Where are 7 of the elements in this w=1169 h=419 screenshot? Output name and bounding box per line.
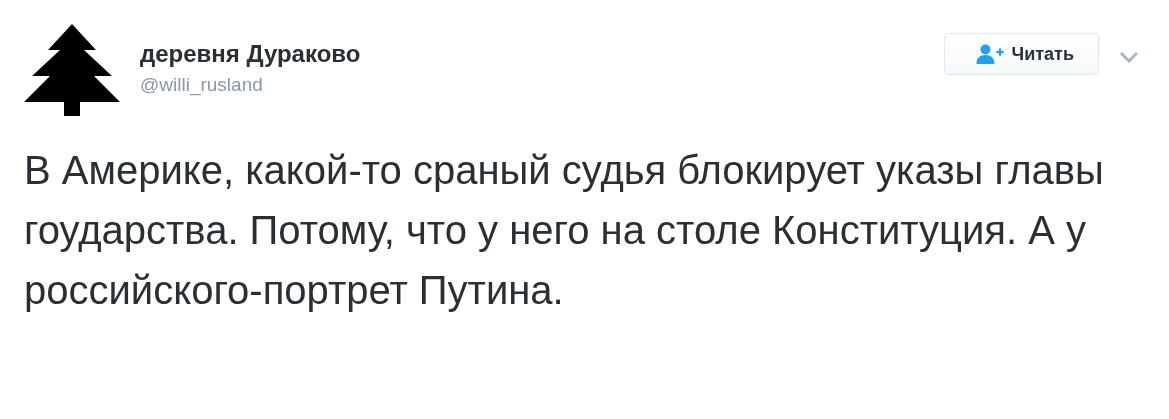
tweet-text: В Америке, какой-то сраный судья блокирует указы главы гоударства. Потому, что у него на столе Конституция. А у российского-портрет Путина.: [24, 147, 1105, 314]
add-user-icon: [975, 44, 1004, 64]
chevron-down-icon[interactable]: [1119, 51, 1139, 63]
author-name: деревня Дураково: [140, 40, 361, 68]
follow-button[interactable]: Читать: [943, 33, 1099, 75]
author-handle: @willi_rusland: [140, 74, 264, 96]
tree-avatar-icon: [24, 24, 120, 116]
